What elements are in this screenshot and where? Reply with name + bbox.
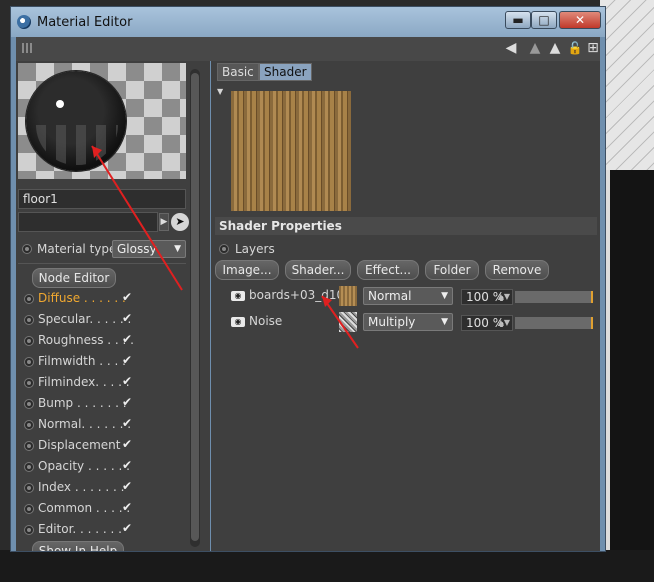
node-editor-button[interactable]: Node Editor xyxy=(32,268,116,288)
tab-basic[interactable]: Basic xyxy=(217,63,259,81)
checkmark-icon: ✔ xyxy=(122,458,133,472)
left-panel: floor1 ▶ ➤ Material type Glossy ▼ Node Ed… xyxy=(16,61,210,551)
remove-button[interactable]: Remove xyxy=(485,260,549,280)
close-button[interactable]: ✕ xyxy=(559,11,601,29)
viewport-floor xyxy=(0,550,654,582)
maximize-button[interactable]: □ xyxy=(531,11,557,29)
layer-thumbnail[interactable] xyxy=(339,312,357,332)
pick-object-icon[interactable]: ➤ xyxy=(171,213,189,231)
layer-thumbnail[interactable] xyxy=(339,286,357,306)
layers-radio[interactable] xyxy=(219,244,229,254)
blend-mode-select[interactable]: Normal ▼ xyxy=(363,287,453,305)
layer-opacity-slider[interactable] xyxy=(515,291,593,303)
back-arrow-icon[interactable]: ◀ xyxy=(502,39,520,57)
layer-opacity-field[interactable]: 100 % ▲▼ xyxy=(461,289,513,305)
divider xyxy=(18,263,186,264)
scrollbar-thumb[interactable] xyxy=(191,73,199,541)
visibility-eye-icon[interactable]: ◉ xyxy=(231,291,245,301)
minimize-button[interactable]: ▬ xyxy=(505,11,531,29)
blend-mode-select[interactable]: Multiply ▼ xyxy=(363,313,453,331)
checkmark-icon: ✔ xyxy=(122,332,133,346)
checkmark-icon: ✔ xyxy=(122,353,133,367)
checkmark-icon: ✔ xyxy=(122,500,133,514)
shader-button[interactable]: Shader... xyxy=(285,260,351,280)
checkmark-icon: ✔ xyxy=(122,437,133,451)
visibility-eye-icon[interactable]: ◉ xyxy=(231,317,245,327)
show-in-help-button[interactable]: Show In Help xyxy=(32,541,124,551)
link-arrow-button[interactable]: ▶ xyxy=(159,213,169,231)
channel-filmwidth[interactable]: Filmwidth . . . . ✔ xyxy=(22,352,142,372)
material-name-field[interactable]: floor1 xyxy=(18,189,186,209)
layer-opacity-field[interactable]: 100 % ▲▼ xyxy=(461,315,513,331)
spinner-icon: ▲▼ xyxy=(497,292,510,301)
right-panel: Basic Shader ▼ Shader Properties Layers … xyxy=(211,61,600,551)
tab-shader[interactable]: Shader xyxy=(259,63,312,81)
link-field[interactable] xyxy=(18,212,158,232)
checkmark-icon: ✔ xyxy=(122,416,133,430)
chevron-down-icon: ▼ xyxy=(441,317,448,327)
material-type-radio[interactable] xyxy=(22,244,32,254)
checkmark-icon: ✔ xyxy=(122,395,133,409)
window-title: Material Editor xyxy=(37,15,133,30)
menu-grip-icon[interactable] xyxy=(22,43,32,53)
chevron-down-icon: ▼ xyxy=(174,244,181,254)
toolbar: ◀ ▲ ▲ 🔓 ⊞ xyxy=(16,37,600,61)
channel-displacement[interactable]: Displacement ✔ xyxy=(22,436,142,456)
channel-specular[interactable]: Specular. . . . . . ✔ xyxy=(22,310,142,330)
channel-editor[interactable]: Editor. . . . . . . ✔ xyxy=(22,520,142,540)
layer-opacity-slider[interactable] xyxy=(515,317,593,329)
layer-name[interactable]: boards+03_d100 xyxy=(249,288,352,302)
lock-icon[interactable]: 🔓 xyxy=(566,39,584,57)
pointer-icon: ▲ xyxy=(529,40,541,56)
shader-preview-swatch xyxy=(231,91,351,211)
material-type-label: Material type xyxy=(37,242,117,256)
material-preview[interactable] xyxy=(18,63,186,179)
material-type-select[interactable]: Glossy ▼ xyxy=(112,240,186,258)
checkmark-icon: ✔ xyxy=(122,374,133,388)
channel-bump[interactable]: Bump . . . . . . . ✔ xyxy=(22,394,142,414)
title-bar[interactable]: Material Editor ▬ □ ✕ xyxy=(11,7,605,37)
channel-normal[interactable]: Normal. . . . . . . ✔ xyxy=(22,415,142,435)
channel-roughness[interactable]: Roughness . . . . ✔ xyxy=(22,331,142,351)
image-button[interactable]: Image... xyxy=(215,260,279,280)
channel-index[interactable]: Index . . . . . . . ✔ xyxy=(22,478,142,498)
channel-diffuse[interactable]: Diffuse . . . . . . ✔ xyxy=(22,289,142,309)
shader-properties-header[interactable]: Shader Properties xyxy=(215,217,597,235)
effect-button[interactable]: Effect... xyxy=(357,260,419,280)
channel-common[interactable]: Common . . . . . ✔ xyxy=(22,499,142,519)
material-editor-window: Material Editor ▬ □ ✕ ◀ ▲ ▲ 🔓 ⊞ floor1 ▶… xyxy=(10,6,606,552)
checkmark-icon: ✔ xyxy=(122,479,133,493)
layer-name[interactable]: Noise xyxy=(249,314,282,328)
channel-opacity[interactable]: Opacity . . . . . . ✔ xyxy=(22,457,142,477)
app-logo-icon xyxy=(17,15,31,29)
checkmark-icon: ✔ xyxy=(122,311,133,325)
folder-button[interactable]: Folder xyxy=(425,260,479,280)
collapse-triangle-icon[interactable]: ▼ xyxy=(217,87,223,96)
checkmark-icon: ✔ xyxy=(122,290,133,304)
cursor-icon[interactable]: ▲ xyxy=(546,39,564,57)
spinner-icon: ▲▼ xyxy=(497,318,510,327)
new-window-icon[interactable]: ⊞ xyxy=(584,39,602,57)
left-scrollbar[interactable] xyxy=(190,69,200,547)
checkmark-icon: ✔ xyxy=(122,521,133,535)
layers-label: Layers xyxy=(235,242,275,256)
viewport-background xyxy=(600,0,654,582)
chevron-down-icon: ▼ xyxy=(441,291,448,301)
channel-filmindex[interactable]: Filmindex. . . . . ✔ xyxy=(22,373,142,393)
